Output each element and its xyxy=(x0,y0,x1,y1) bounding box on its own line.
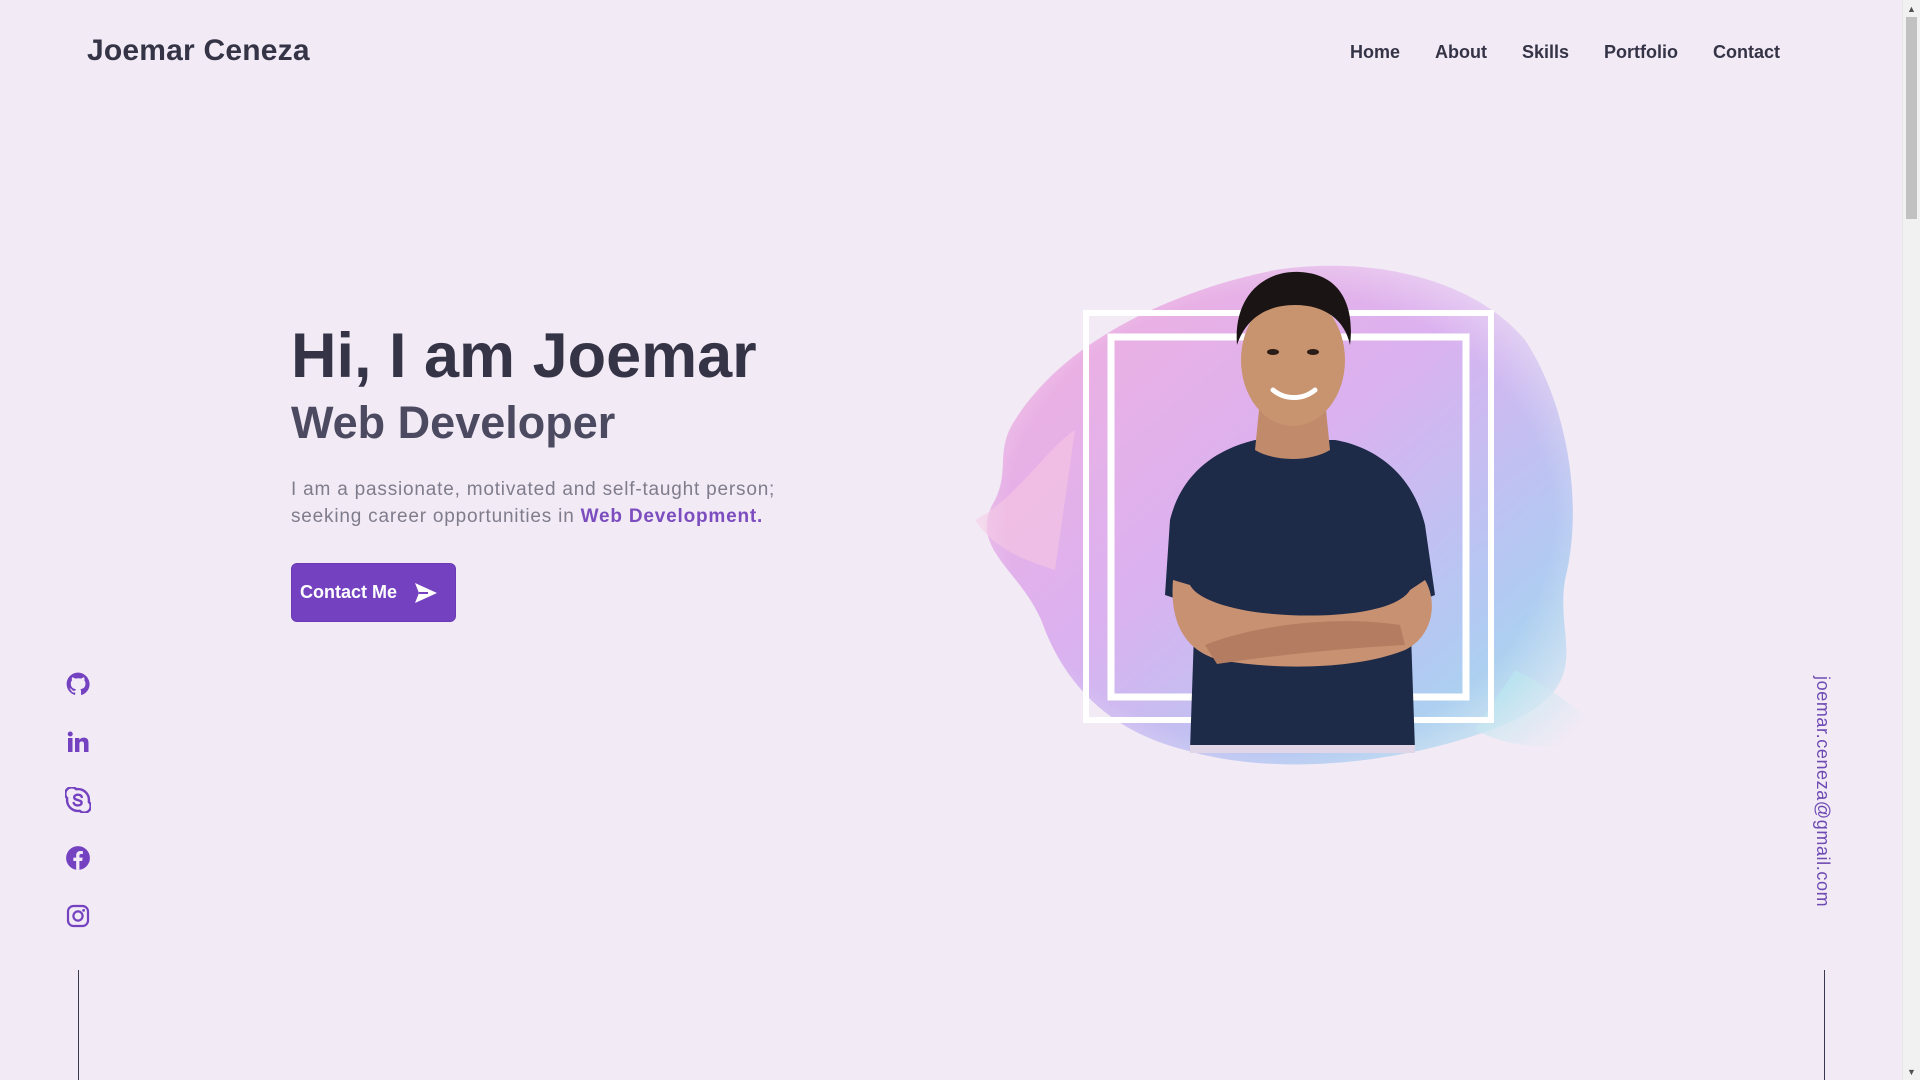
send-icon xyxy=(414,582,438,604)
contact-me-label: Contact Me xyxy=(300,582,398,602)
hero-title: Hi, I am Joemar xyxy=(291,321,757,391)
scroll-thumb[interactable] xyxy=(1906,17,1917,219)
email-link[interactable]: joemar.ceneza@gmail.com xyxy=(1812,676,1833,907)
nav-portfolio[interactable]: Portfolio xyxy=(1604,42,1678,63)
linkedin-icon[interactable] xyxy=(64,728,92,756)
scroll-up-icon[interactable]: ▲ xyxy=(1903,0,1920,17)
nav-contact[interactable]: Contact xyxy=(1713,42,1780,63)
instagram-icon[interactable] xyxy=(64,902,92,930)
nav-home[interactable]: Home xyxy=(1350,42,1400,63)
right-divider-line xyxy=(1824,970,1825,1080)
hero-description: I am a passionate, motivated and self-ta… xyxy=(291,476,891,530)
skype-icon[interactable] xyxy=(64,786,92,814)
header: Joemar Ceneza Home About Skills Portfoli… xyxy=(0,0,1900,108)
nav-skills[interactable]: Skills xyxy=(1522,42,1569,63)
hero-section: Hi, I am Joemar Web Developer I am a pas… xyxy=(291,320,891,622)
social-links xyxy=(64,670,92,930)
hero-desc-line1: I am a passionate, motivated and self-ta… xyxy=(291,479,776,501)
left-divider-line xyxy=(78,970,79,1080)
facebook-icon[interactable] xyxy=(64,844,92,872)
main-nav: Home About Skills Portfolio Contact xyxy=(1350,42,1780,63)
contact-me-button[interactable]: Contact Me xyxy=(291,563,456,622)
page: Joemar Ceneza Home About Skills Portfoli… xyxy=(0,0,1920,1080)
hero-desc-line2: seeking career opportunities in xyxy=(291,506,581,528)
nav-about[interactable]: About xyxy=(1435,42,1487,63)
hero-subtitle: Web Developer xyxy=(291,397,616,449)
hero-desc-highlight: Web Development. xyxy=(580,506,764,528)
page-scrollbar[interactable]: ▲ ▼ xyxy=(1902,0,1920,1080)
github-icon[interactable] xyxy=(64,670,92,698)
site-logo[interactable]: Joemar Ceneza xyxy=(87,34,310,68)
scroll-down-icon[interactable]: ▼ xyxy=(1903,1063,1920,1080)
profile-portrait xyxy=(955,250,1605,790)
